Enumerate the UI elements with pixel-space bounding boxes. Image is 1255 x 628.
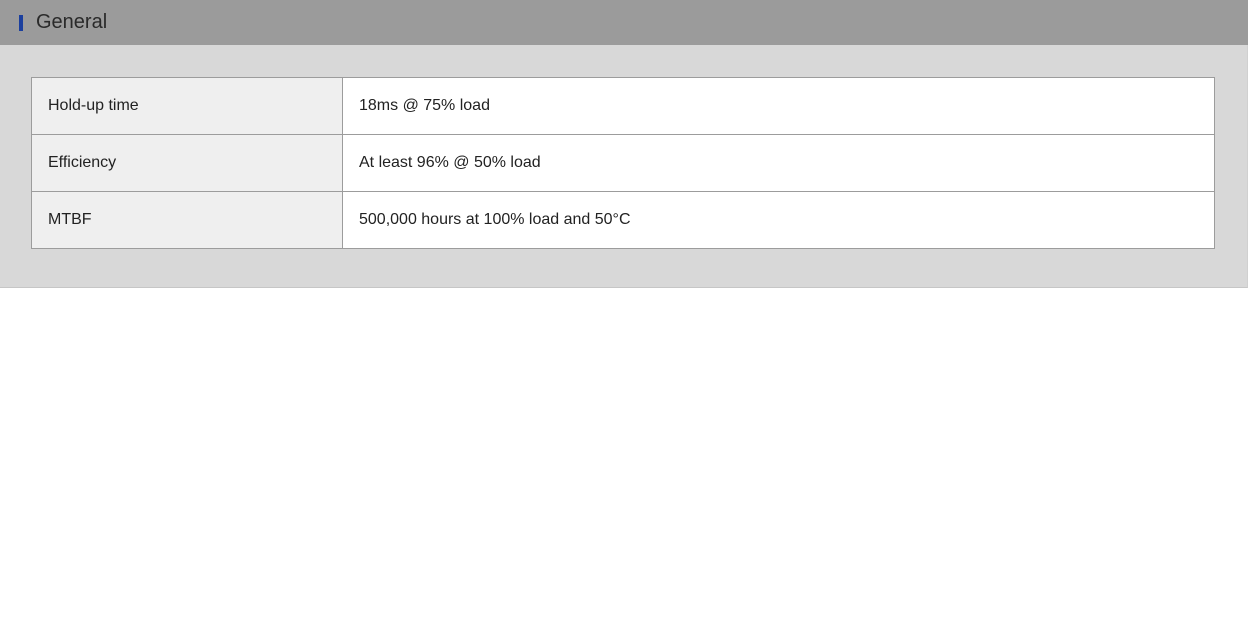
spec-label-hold-up-time: Hold-up time: [31, 77, 343, 135]
table-row: Hold-up time 18ms @ 75% load: [31, 77, 1215, 135]
section-title: General: [36, 11, 108, 33]
section-header: General: [0, 0, 1248, 45]
spec-label-mtbf: MTBF: [31, 191, 343, 249]
spec-value-mtbf: 500,000 hours at 100% load and 50°C: [342, 191, 1215, 249]
general-section: General Hold-up time 18ms @ 75% load Eff…: [0, 0, 1248, 288]
spec-label-efficiency: Efficiency: [31, 134, 343, 192]
spec-value-efficiency: At least 96% @ 50% load: [342, 134, 1215, 192]
spec-value-hold-up-time: 18ms @ 75% load: [342, 77, 1215, 135]
spec-table: Hold-up time 18ms @ 75% load Efficiency …: [31, 77, 1215, 249]
section-accent-bar: [19, 15, 23, 31]
table-row: Efficiency At least 96% @ 50% load: [31, 134, 1215, 192]
table-row: MTBF 500,000 hours at 100% load and 50°C: [31, 191, 1215, 249]
